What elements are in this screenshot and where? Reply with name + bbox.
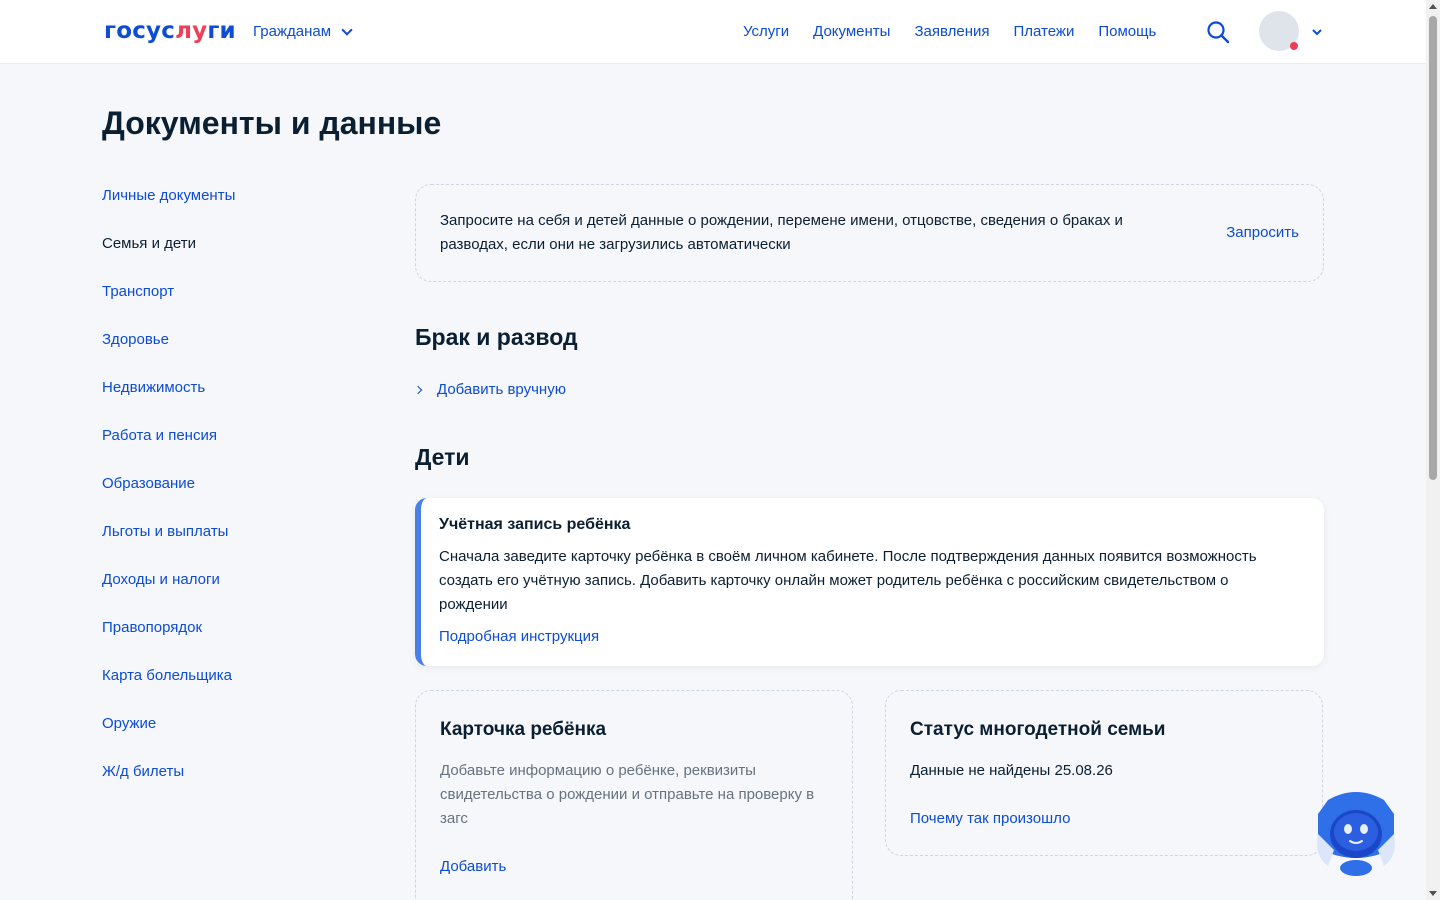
- request-data-text: Запросите на себя и детей данные о рожде…: [440, 212, 1123, 253]
- why-happened-link[interactable]: Почему так произошло: [910, 807, 1070, 831]
- chevron-right-icon: [413, 385, 423, 395]
- nav-documents[interactable]: Документы: [813, 20, 890, 44]
- chevron-down-icon: [341, 23, 353, 36]
- request-data-panel: Запросите на себя и детей данные о рожде…: [415, 184, 1324, 282]
- nav-applications[interactable]: Заявления: [914, 20, 989, 44]
- notice-text: Сначала заведите карточку ребёнка в своё…: [439, 548, 1257, 613]
- request-button[interactable]: Запросить: [1226, 221, 1299, 245]
- sidebar-item-income-taxes[interactable]: Доходы и налоги: [102, 568, 235, 616]
- sidebar-item-education[interactable]: Образование: [102, 472, 235, 520]
- sidebar: Личные документы Семья и дети Транспорт …: [102, 184, 235, 808]
- sidebar-item-weapons[interactable]: Оружие: [102, 712, 235, 760]
- sidebar-item-health[interactable]: Здоровье: [102, 328, 235, 376]
- child-card-title: Карточка ребёнка: [440, 719, 607, 740]
- sidebar-item-personal-docs[interactable]: Личные документы: [102, 184, 235, 232]
- child-account-notice: Учётная запись ребёнка Сначала заведите …: [415, 498, 1324, 666]
- sidebar-item-property[interactable]: Недвижимость: [102, 376, 235, 424]
- chevron-down-icon[interactable]: [1311, 26, 1323, 38]
- sidebar-item-transport[interactable]: Транспорт: [102, 280, 235, 328]
- child-card: Карточка ребёнка Добавьте информацию о р…: [415, 690, 853, 900]
- notice-title: Учётная запись ребёнка: [439, 516, 631, 533]
- nav-payments[interactable]: Платежи: [1014, 20, 1075, 44]
- page-title: Документы и данные: [102, 105, 442, 141]
- scroll-up-arrow[interactable]: [1429, 4, 1437, 9]
- sidebar-item-benefits[interactable]: Льготы и выплаты: [102, 520, 235, 568]
- instruction-link[interactable]: Подробная инструкция: [439, 625, 599, 649]
- notification-dot: [1290, 42, 1298, 50]
- logo-part3: ги: [207, 18, 236, 44]
- nav-services[interactable]: Услуги: [743, 20, 789, 44]
- search-icon[interactable]: [1206, 20, 1230, 44]
- large-family-status: Данные не найдены 25.08.26: [910, 762, 1113, 779]
- logo-part2: лу: [175, 18, 208, 44]
- gosuslugi-logo[interactable]: госуслуги: [104, 16, 236, 46]
- large-family-card: Статус многодетной семьи Данные не найде…: [885, 690, 1323, 856]
- sidebar-item-rail-tickets[interactable]: Ж/д билеты: [102, 760, 235, 808]
- child-card-text: Добавьте информацию о ребёнке, реквизиты…: [440, 762, 815, 827]
- add-manually-link[interactable]: Добавить вручную: [413, 378, 566, 402]
- top-header: госуслуги Гражданам Услуги Документы Зая…: [0, 0, 1426, 64]
- nav-help[interactable]: Помощь: [1098, 20, 1156, 44]
- audience-label: Гражданам: [253, 23, 332, 40]
- sidebar-item-law[interactable]: Правопорядок: [102, 616, 235, 664]
- add-manually-label: Добавить вручную: [437, 381, 566, 398]
- audience-dropdown[interactable]: Гражданам: [253, 20, 353, 44]
- add-child-button[interactable]: Добавить: [440, 855, 506, 879]
- sidebar-item-family[interactable]: Семья и дети: [102, 232, 235, 280]
- scrollbar[interactable]: [1426, 0, 1440, 900]
- large-family-title: Статус многодетной семьи: [910, 719, 1166, 740]
- marriage-section-title: Брак и развод: [415, 324, 578, 350]
- scroll-thumb[interactable]: [1429, 16, 1437, 480]
- scroll-down-arrow[interactable]: [1429, 891, 1437, 896]
- top-nav: Услуги Документы Заявления Платежи Помощ…: [743, 20, 1156, 44]
- children-section-title: Дети: [415, 444, 470, 470]
- sidebar-item-fan-card[interactable]: Карта болельщика: [102, 664, 235, 712]
- assistant-robot-icon[interactable]: [1314, 786, 1398, 878]
- logo-part1: госус: [104, 18, 176, 44]
- sidebar-item-work-pension[interactable]: Работа и пенсия: [102, 424, 235, 472]
